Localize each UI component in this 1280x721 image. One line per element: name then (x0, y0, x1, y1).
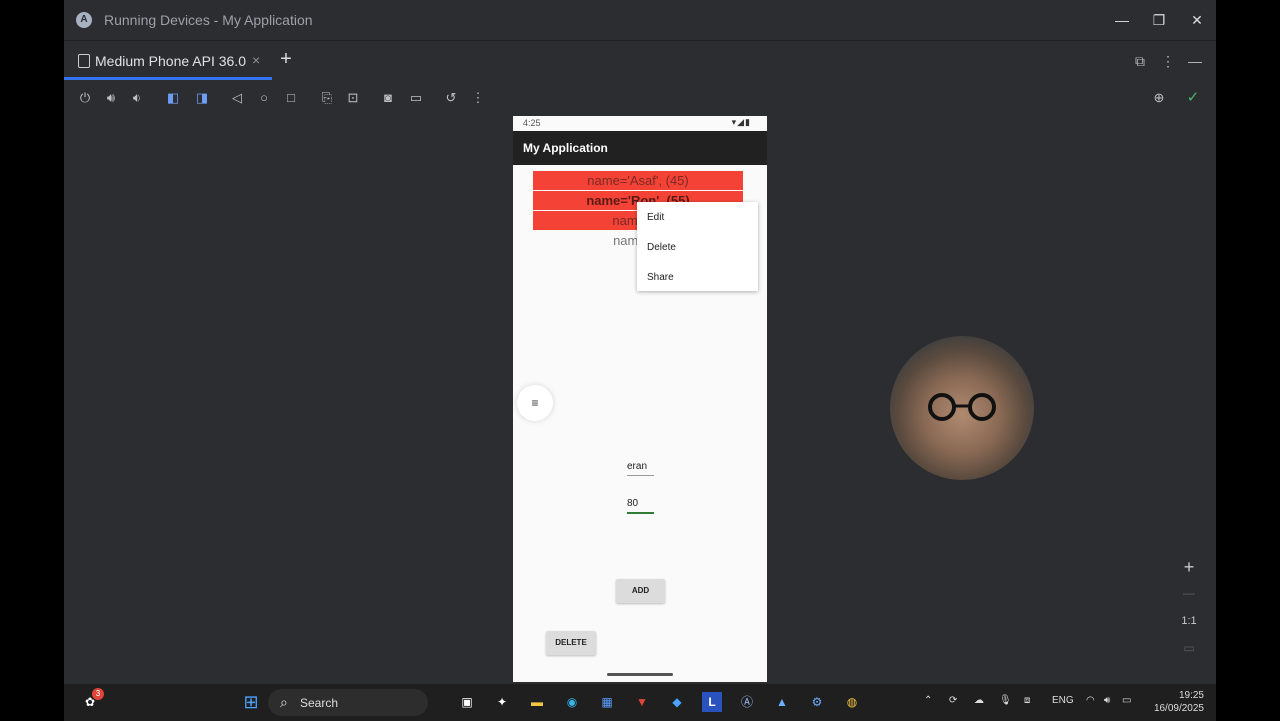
device-icon (78, 54, 90, 68)
restore-icon[interactable]: ❐ (1149, 10, 1169, 30)
device-tab-bar: Medium Phone API 36.0 × + ⧉ ⋮ — (64, 40, 1216, 81)
tab-medium-phone[interactable]: Medium Phone API 36.0 × (64, 41, 272, 81)
search-label: Search (300, 696, 339, 710)
rotate-left-icon[interactable]: ◧ (164, 89, 182, 107)
age-field-value: 80 (627, 498, 639, 509)
onedrive-icon[interactable]: ☁ (974, 695, 984, 706)
close-window-icon[interactable]: ✕ (1187, 10, 1207, 30)
chrome-icon[interactable]: ◍ (842, 692, 862, 712)
minimize-icon[interactable]: — (1112, 10, 1132, 30)
screen-record-icon[interactable]: ⊡ (344, 89, 362, 107)
back-icon[interactable]: ◁ (228, 89, 246, 107)
l-app-icon[interactable]: L (702, 692, 722, 712)
volume-up-icon[interactable]: 🔊︎ (102, 89, 120, 107)
mcafee-icon[interactable]: ▼ (632, 692, 652, 712)
wifi-icon[interactable]: ◠ (1086, 695, 1095, 706)
photos-icon[interactable]: ▲ (772, 692, 792, 712)
title-bar: A Running Devices - My Application — ❐ ✕ (64, 0, 1216, 40)
delete-button[interactable]: DELETE (546, 631, 596, 655)
camera-icon[interactable]: ◙ (379, 89, 397, 107)
store-icon[interactable]: ▦ (597, 692, 617, 712)
ide-window: A Running Devices - My Application — ❐ ✕… (64, 0, 1216, 720)
android-studio-icon[interactable]: Ⓐ (737, 692, 757, 712)
android-studio-logo-icon: A (76, 12, 92, 28)
zoom-actual-size[interactable]: 1:1 (1176, 615, 1202, 627)
name-field[interactable]: eran (627, 461, 654, 476)
home-icon[interactable]: ○ (255, 89, 273, 107)
context-menu: Edit Delete Share (637, 202, 758, 291)
video-icon[interactable]: ▭ (407, 89, 425, 107)
rotate-right-icon[interactable]: ◨ (193, 89, 211, 107)
taskbar-clock[interactable]: 19:25 16/09/2025 (1134, 689, 1204, 715)
app-bar: My Application (513, 131, 767, 165)
tray-chevron-icon[interactable]: ⌃ (924, 695, 932, 706)
app-title: My Application (523, 141, 608, 155)
volume-icon[interactable]: 🔊︎ (1104, 695, 1110, 706)
menu-item-edit[interactable]: Edit (647, 212, 664, 223)
search-icon: ⌕ (280, 694, 288, 710)
clock-date: 16/09/2025 (1153, 703, 1204, 714)
zoom-search-icon[interactable]: ⊕ (1150, 89, 1168, 107)
overview-icon[interactable]: □ (282, 89, 300, 107)
windows-taskbar: ✿ 3 ⊞ ⌕ Search ▣ ✦ ▬ ◉ ▦ ▼ ◆ L Ⓐ ▲ ⚙ ◍ ⌃… (64, 683, 1216, 721)
taskbar-search[interactable]: ⌕ Search (268, 689, 428, 716)
zoom-out-icon[interactable]: — (1178, 586, 1200, 600)
hamburger-icon: ≡ (531, 396, 539, 410)
reset-icon[interactable]: ↺ (442, 89, 460, 107)
collapse-icon[interactable]: — (1185, 51, 1205, 71)
battery-icon[interactable]: ▭ (1122, 695, 1131, 706)
window-title: Running Devices - My Application (104, 12, 313, 28)
age-field[interactable]: 80 (627, 498, 654, 514)
webcam-overlay (890, 336, 1034, 480)
file-explorer-icon[interactable]: ▬ (527, 692, 547, 712)
check-icon[interactable]: ✓ (1184, 89, 1202, 107)
status-time: 4:25 (523, 118, 541, 128)
task-view-icon[interactable]: ▣ (457, 692, 477, 712)
start-icon[interactable]: ⊞ (241, 692, 261, 712)
language-indicator[interactable]: ENG (1052, 695, 1074, 706)
copilot-icon[interactable]: ✦ (492, 692, 512, 712)
edge-icon[interactable]: ◉ (562, 692, 582, 712)
microphone-icon[interactable]: 🎙︎ (999, 695, 1012, 706)
status-icons: ▾◢▮ (731, 117, 751, 127)
hide-panel-icon[interactable]: ⧉ (1130, 51, 1150, 71)
zoom-fit-icon[interactable]: ▭ (1178, 641, 1200, 655)
volume-down-icon[interactable]: 🔉︎ (128, 89, 146, 107)
more-icon[interactable]: ⋮ (469, 89, 487, 107)
zoom-in-icon[interactable]: + (1178, 557, 1200, 578)
gesture-bar[interactable] (607, 673, 673, 676)
emulator-toolbar: ⏻ 🔊︎ 🔉︎ ◧ ◨ ◁ ○ □ ⎘ ⊡ ◙ ▭ ↺ ⋮ ⊕ ✓ (64, 81, 1216, 115)
name-field-value: eran (627, 461, 648, 472)
glasses-icon (928, 393, 996, 421)
phone-screen: 4:25 ▾◢▮ My Application name='Asaf', (45… (513, 116, 767, 682)
add-device-icon[interactable]: + (276, 49, 296, 69)
settings-icon[interactable]: ⚙ (807, 692, 827, 712)
menu-fab[interactable]: ≡ (517, 385, 553, 421)
notification-badge: 3 (92, 688, 104, 700)
list-item[interactable]: name='Asaf', (45) (533, 171, 743, 190)
display-icon[interactable]: ⧈ (1024, 695, 1030, 706)
vscode-icon[interactable]: ◆ (667, 692, 687, 712)
power-icon[interactable]: ⏻ (76, 89, 94, 107)
menu-item-share[interactable]: Share (647, 272, 674, 283)
snapshot-icon[interactable]: ⎘ (318, 89, 336, 107)
menu-item-delete[interactable]: Delete (647, 242, 676, 253)
tray-sync-icon[interactable]: ⟳ (949, 695, 957, 706)
tab-label: Medium Phone API 36.0 (95, 53, 246, 69)
add-button[interactable]: ADD (616, 579, 665, 603)
tab-active-indicator (64, 77, 272, 80)
status-bar: 4:25 ▾◢▮ (513, 116, 767, 132)
age-field-underline (627, 512, 654, 514)
options-menu-icon[interactable]: ⋮ (1158, 51, 1178, 71)
name-field-underline (627, 475, 654, 476)
clock-time: 19:25 (1178, 690, 1204, 701)
tab-close-icon[interactable]: × (252, 52, 260, 68)
